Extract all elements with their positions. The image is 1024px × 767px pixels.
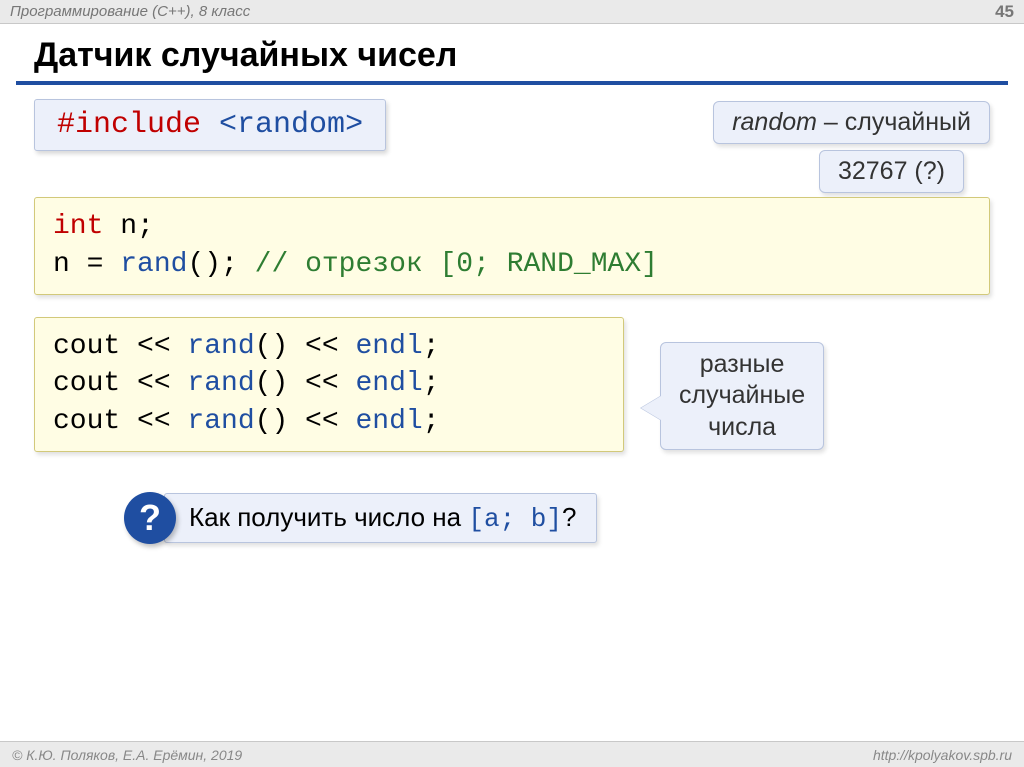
row-include: #include <random> random – случайный bbox=[34, 99, 990, 151]
kw-int: int bbox=[53, 211, 103, 242]
callout-diff-l1: разные bbox=[679, 349, 805, 380]
header-left: Программирование (C++), 8 класс bbox=[10, 3, 250, 20]
callout-random-italic: random bbox=[732, 108, 817, 136]
page-number: 45 bbox=[995, 2, 1014, 22]
code-block-2: cout << rand() << endl; cout << rand() <… bbox=[34, 317, 624, 452]
footer-bar: © К.Ю. Поляков, Е.А. Ерёмин, 2019 http:/… bbox=[0, 741, 1024, 767]
footer-right: http://kpolyakov.spb.ru bbox=[873, 747, 1012, 763]
question-post: ? bbox=[562, 502, 576, 532]
code-block-1: int n; n = rand(); // отрезок [0; RAND_M… bbox=[34, 197, 990, 295]
callout-different: разные случайные числа bbox=[660, 342, 824, 450]
slide-title: Датчик случайных чисел bbox=[0, 24, 1024, 81]
question-box: Как получить число на [a; b]? bbox=[164, 493, 597, 543]
include-directive: #include bbox=[57, 108, 219, 142]
callout-randmax: 32767 (?) bbox=[819, 150, 964, 193]
question-mark-icon: ? bbox=[124, 492, 176, 544]
question-row: ? Как получить число на [a; b]? bbox=[124, 492, 990, 544]
code1-line2: n = rand(); // отрезок [0; RAND_MAX] bbox=[53, 246, 971, 284]
question-range: [a; b] bbox=[468, 504, 562, 534]
code2-line2: cout << rand() << endl; bbox=[53, 365, 605, 403]
title-underline bbox=[16, 81, 1008, 85]
footer-left: © К.Ю. Поляков, Е.А. Ерёмин, 2019 bbox=[12, 747, 242, 763]
content: #include <random> random – случайный 327… bbox=[0, 99, 1024, 544]
callout-random-rest: – случайный bbox=[817, 108, 971, 136]
code1-l2c: (); bbox=[187, 249, 254, 280]
code1-comment: // отрезок [0; RAND_MAX] bbox=[255, 249, 658, 280]
lt: < bbox=[219, 108, 237, 142]
header-bar: Программирование (C++), 8 класс 45 bbox=[0, 0, 1024, 24]
callout-diff-l2: случайные bbox=[679, 380, 805, 411]
include-code: #include <random> bbox=[34, 99, 386, 151]
gt: > bbox=[345, 108, 363, 142]
code2-line3: cout << rand() << endl; bbox=[53, 403, 605, 441]
include-lib: random bbox=[237, 108, 345, 142]
code2-line1: cout << rand() << endl; bbox=[53, 328, 605, 366]
code1-rand: rand bbox=[120, 249, 187, 280]
slide: Программирование (C++), 8 класс 45 Датчи… bbox=[0, 0, 1024, 767]
question-pre: Как получить число на bbox=[189, 502, 468, 532]
callout-diff-l3: числа bbox=[679, 412, 805, 443]
code1-line1: int n; bbox=[53, 208, 971, 246]
code1-l2a: n = bbox=[53, 249, 120, 280]
callout-random: random – случайный bbox=[713, 101, 990, 144]
code1-l1b: n; bbox=[103, 211, 153, 242]
